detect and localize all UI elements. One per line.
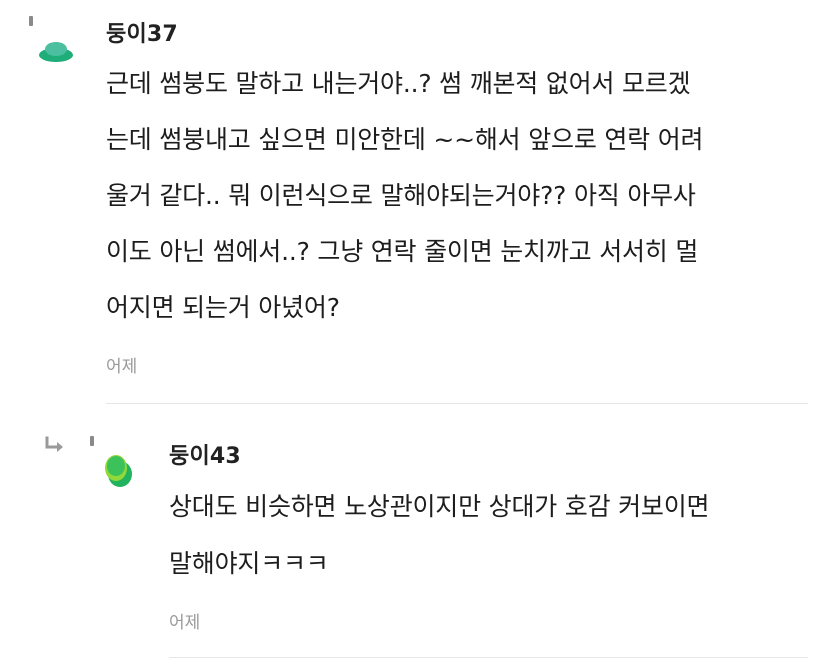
username[interactable]: 둥이37 [106,16,178,48]
comment-line: 말해야지ㅋㅋㅋ [169,549,329,578]
comment-line: 울거 같다.. 뭐 이런식으로 말해야되는거야?? 아직 아무사 [106,181,696,210]
username[interactable]: 둥이43 [169,438,241,470]
comment-body: 상대도 비슷하면 노상관이지만 상대가 호감 커보이면 말해야지ㅋㅋㅋ [169,478,710,592]
comment-divider [169,657,808,658]
comment-line: 상대도 비슷하면 노상관이지만 상대가 호감 커보이면 [169,492,710,521]
more-menu-icon[interactable] [29,16,33,26]
comment-line: 근데 썸붕도 말하고 내는거야..? 썸 깨본적 없어서 모르겠 [106,69,691,98]
comment-time: 어제 [169,613,201,633]
reply-arrow-icon [45,436,63,452]
comment-divider [106,403,808,404]
comment-line: 어지면 되는거 아녔어? [106,293,340,322]
comment-time: 어제 [106,357,138,377]
more-menu-icon[interactable] [90,436,94,446]
user-avatar-icon[interactable] [38,39,74,63]
comment-body: 근데 썸붕도 말하고 내는거야..? 썸 깨본적 없어서 모르겠 는데 썸붕내고… [106,56,704,336]
comment-line: 는데 썸붕내고 싶으면 미안한데 ~~해서 앞으로 연락 어려 [106,125,704,154]
comment-line: 이도 아닌 썸에서..? 그냥 연락 줄이면 눈치까고 서서히 멀 [106,237,699,266]
user-avatar-icon[interactable] [102,452,134,490]
